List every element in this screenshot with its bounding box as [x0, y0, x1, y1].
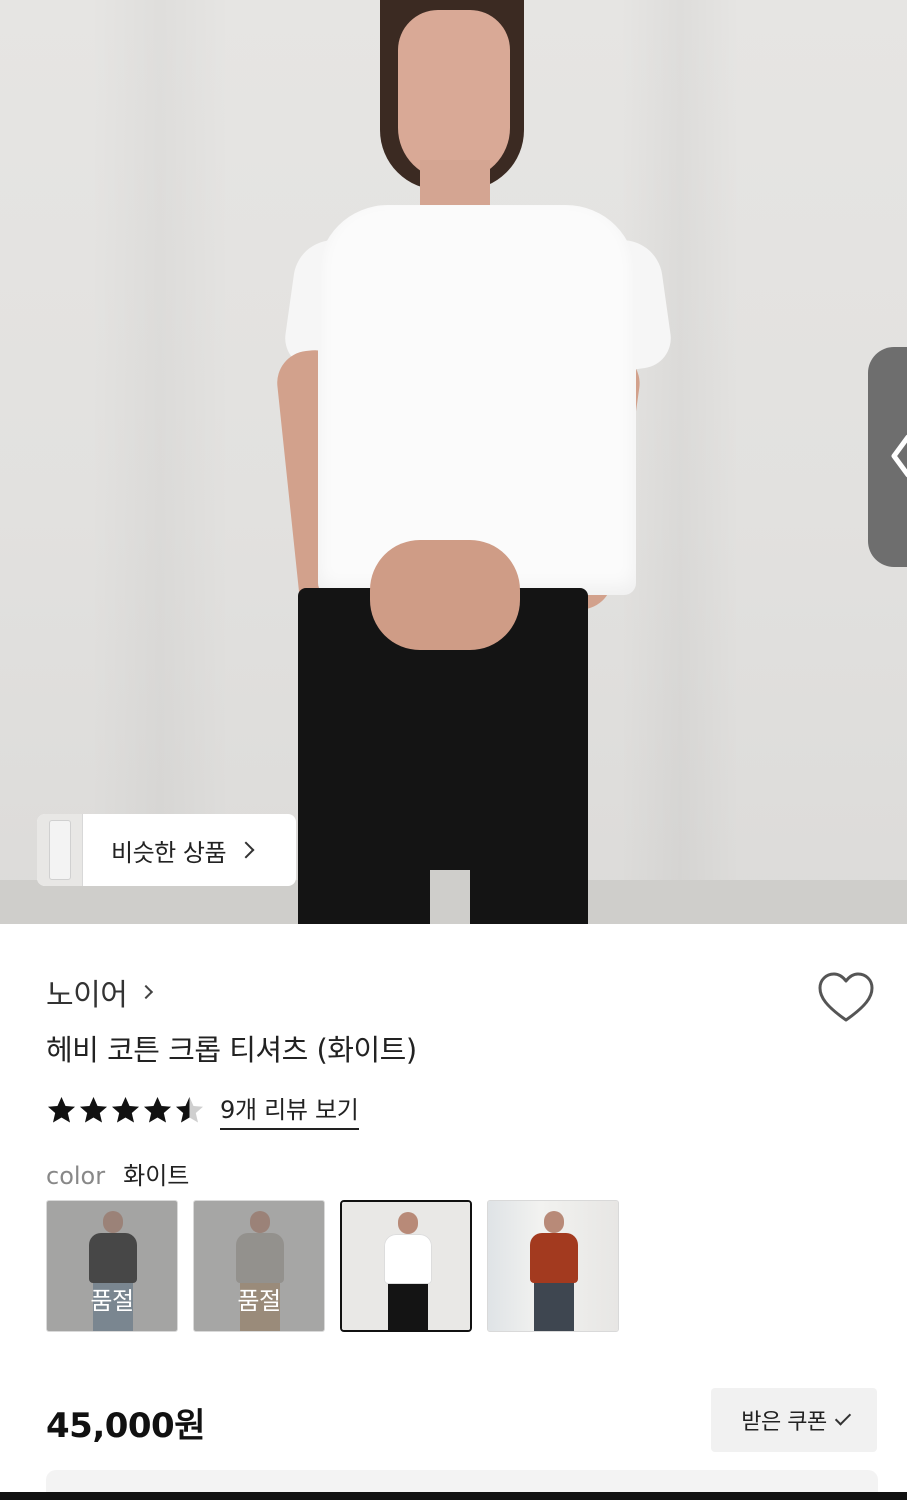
brand-link[interactable]: 노이어	[46, 970, 154, 1014]
swatch-model	[398, 1212, 418, 1234]
color-swatches: 품절 품절	[46, 1200, 634, 1332]
received-coupon-button[interactable]: 받은 쿠폰	[711, 1388, 877, 1452]
view-reviews-link[interactable]: 9개 리뷰 보기	[220, 1090, 359, 1130]
color-label: color	[46, 1162, 106, 1190]
star-icon	[80, 1096, 107, 1122]
swatch-pants	[388, 1284, 428, 1330]
chevron-left-icon	[891, 434, 907, 478]
star-icon	[176, 1096, 203, 1122]
bottom-bar	[0, 1492, 907, 1500]
backdrop-fold	[90, 0, 230, 924]
product-hero-image[interactable]: 비슷한 상품	[0, 0, 907, 924]
rating-row: 9개 리뷰 보기	[46, 1090, 359, 1130]
brand-name: 노이어	[46, 978, 128, 1013]
model-face	[398, 10, 510, 180]
model-hands	[370, 540, 520, 650]
check-icon	[834, 1408, 851, 1426]
color-swatch-white[interactable]	[340, 1200, 472, 1332]
side-panel-tab[interactable]	[868, 347, 907, 567]
star-icon	[144, 1096, 171, 1122]
similar-products-button[interactable]: 비슷한 상품	[37, 814, 296, 886]
color-swatch-gray[interactable]: 품절	[193, 1200, 325, 1332]
color-swatch-red[interactable]	[487, 1200, 619, 1332]
chevron-right-icon	[139, 984, 154, 1000]
product-price: 45,000원	[46, 1406, 205, 1446]
star-icon	[112, 1096, 139, 1122]
model-tshirt	[318, 205, 636, 595]
star-icon	[48, 1096, 75, 1122]
soldout-label: 품절	[90, 1287, 134, 1315]
similar-products-thumbnail	[37, 814, 83, 886]
color-swatch-black[interactable]: 품절	[46, 1200, 178, 1332]
swatch-pants	[534, 1283, 574, 1331]
similar-products-label: 비슷한 상품	[111, 838, 227, 867]
chevron-right-icon	[237, 841, 255, 859]
backdrop-fold	[620, 0, 740, 924]
coupon-label: 받은 쿠폰	[741, 1410, 827, 1435]
heart-icon[interactable]	[816, 970, 876, 1026]
star-rating	[46, 1095, 206, 1126]
model-legs-gap	[430, 870, 470, 924]
swatch-shirt	[384, 1234, 432, 1284]
swatch-shirt	[530, 1233, 578, 1283]
swatch-model	[544, 1211, 564, 1233]
color-row: color 화이트	[46, 1156, 189, 1191]
product-title: 헤비 코튼 크롭 티셔츠 (화이트)	[46, 1033, 417, 1067]
soldout-label: 품절	[237, 1287, 281, 1315]
color-value: 화이트	[123, 1162, 190, 1190]
